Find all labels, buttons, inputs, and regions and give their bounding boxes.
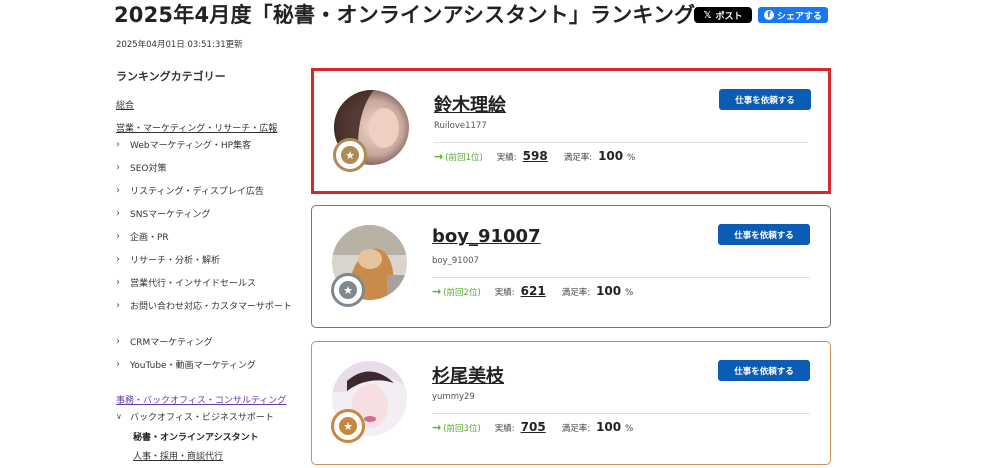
arrow-right-icon: → (432, 421, 442, 434)
sidebar-link-office-consulting[interactable]: 事務・バックオフィス・コンサルティング (116, 393, 286, 406)
category-sidebar: ランキングカテゴリー 総合 営業・マーケティング・リサーチ・広報 › Webマーケ… (116, 68, 306, 462)
worker-id: boy_91007 (432, 256, 479, 266)
sidebar-item-current: 秘書・オンラインアシスタント (133, 433, 259, 443)
jobs-count[interactable]: 705 (521, 420, 546, 434)
sidebar-item-hr[interactable]: 人事・採用・商談代行 (133, 449, 223, 462)
sidebar-title: ランキングカテゴリー (116, 70, 226, 83)
worker-stats: → (前回2位) 実績: 621 満足率: 100 % (432, 284, 633, 298)
x-share-button[interactable]: 𝕏 ポスト (694, 7, 752, 23)
chevron-right-icon: › (116, 231, 120, 242)
divider (434, 142, 808, 143)
satisfaction-value: 100 (596, 420, 622, 434)
chevron-right-icon: › (116, 162, 120, 173)
previous-rank: (前回3位) (443, 424, 481, 434)
sidebar-item-research[interactable]: › リサーチ・分析・解析 (116, 255, 220, 267)
page-title: 2025年4月度「秘書・オンラインアシスタント」ランキング (114, 3, 696, 27)
jobs-label: 実績: (494, 424, 515, 434)
gold-medal-icon: ★ (333, 138, 367, 172)
previous-rank: (前回1位) (445, 153, 483, 163)
worker-stats: → (前回3位) 実績: 705 満足率: 100 % (432, 420, 633, 434)
percent-unit: % (625, 424, 634, 434)
worker-name[interactable]: 杉尾美枝 (432, 362, 504, 388)
request-job-button[interactable]: 仕事を依頼する (719, 89, 811, 110)
arrow-right-icon: → (432, 285, 442, 298)
request-job-button[interactable]: 仕事を依頼する (718, 360, 810, 381)
satisfaction-value: 100 (598, 149, 624, 163)
jobs-label: 実績: (496, 153, 517, 163)
sidebar-item-listing-ads[interactable]: › リスティング・ディスプレイ広告 (116, 186, 264, 198)
percent-unit: % (627, 153, 636, 163)
jobs-count[interactable]: 598 (523, 149, 548, 163)
chevron-right-icon: › (116, 359, 120, 370)
x-logo-icon: 𝕏 (703, 9, 712, 21)
satisfaction-label: 満足率: (561, 424, 591, 434)
worker-id: Ruilove1177 (434, 121, 487, 131)
chevron-right-icon: › (116, 336, 120, 347)
ranking-card-3: ★ 杉尾美枝 yummy29 → (前回3位) 実績: 705 満足率: 100… (311, 341, 831, 465)
percent-unit: % (625, 288, 634, 298)
sidebar-item-customer-support[interactable]: › お問い合わせ対応・カスタマーサポート (116, 301, 294, 313)
arrow-right-icon: → (434, 150, 444, 163)
ranking-card-1: ★ 鈴木理絵 Ruilove1177 → (前回1位) 実績: 598 満足率:… (311, 68, 831, 194)
sidebar-item-seo[interactable]: › SEO対策 (116, 163, 166, 175)
previous-rank: (前回2位) (443, 288, 481, 298)
worker-stats: → (前回1位) 実績: 598 満足率: 100 % (434, 149, 635, 163)
updated-timestamp: 2025年04月01日 03:51:31更新 (116, 40, 243, 50)
divider (432, 277, 810, 278)
chevron-right-icon: › (116, 277, 120, 288)
chevron-down-icon: ∨ (116, 412, 122, 421)
facebook-share-label: シェアする (776, 11, 822, 22)
satisfaction-value: 100 (596, 284, 622, 298)
facebook-share-button[interactable]: f シェアする (758, 7, 828, 23)
sidebar-item-sns-marketing[interactable]: › SNSマーケティング (116, 209, 210, 221)
ranking-card-2: ★ boy_91007 boy_91007 → (前回2位) 実績: 621 満… (311, 205, 831, 328)
bronze-medal-icon: ★ (331, 409, 365, 443)
chevron-right-icon: › (116, 139, 120, 150)
chevron-right-icon: › (116, 254, 120, 265)
jobs-count[interactable]: 621 (521, 284, 546, 298)
sidebar-link-overall[interactable]: 総合 (116, 98, 134, 111)
sidebar-item-planning-pr[interactable]: › 企画・PR (116, 232, 169, 244)
facebook-icon: f (763, 10, 774, 20)
sidebar-item-web-marketing[interactable]: › Webマーケティング・HP集客 (116, 140, 251, 152)
worker-name[interactable]: 鈴木理絵 (434, 91, 506, 117)
divider (432, 413, 810, 414)
sidebar-link-sales-marketing[interactable]: 営業・マーケティング・リサーチ・広報 (116, 121, 277, 134)
sidebar-item-sales-agency[interactable]: › 営業代行・インサイドセールス (116, 278, 256, 290)
satisfaction-label: 満足率: (563, 153, 593, 163)
silver-medal-icon: ★ (331, 273, 365, 307)
sidebar-item-youtube[interactable]: › YouTube・動画マーケティング (116, 360, 256, 372)
sidebar-item-crm[interactable]: › CRMマーケティング (116, 337, 213, 349)
chevron-right-icon: › (116, 300, 120, 311)
x-share-label: ポスト (715, 11, 743, 22)
chevron-right-icon: › (116, 185, 120, 196)
worker-id: yummy29 (432, 392, 475, 402)
jobs-label: 実績: (494, 288, 515, 298)
request-job-button[interactable]: 仕事を依頼する (718, 224, 810, 245)
chevron-right-icon: › (116, 208, 120, 219)
sidebar-item-backoffice[interactable]: ∨ バックオフィス・ビジネスサポート (116, 412, 274, 424)
satisfaction-label: 満足率: (561, 288, 591, 298)
worker-name[interactable]: boy_91007 (432, 226, 541, 247)
